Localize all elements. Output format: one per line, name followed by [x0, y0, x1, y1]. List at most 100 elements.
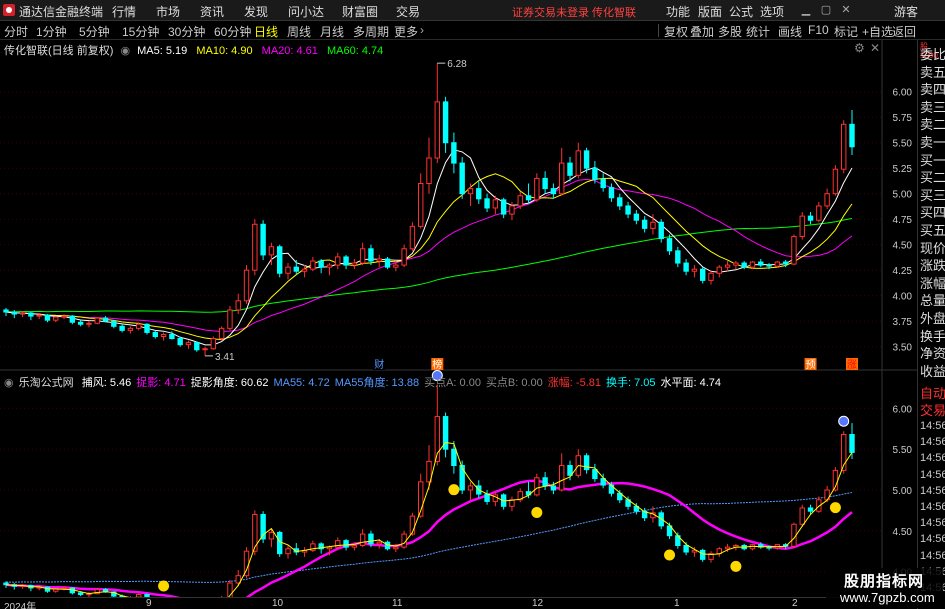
price-tick-label: 3.75 [893, 317, 913, 328]
main-candle-body [625, 205, 631, 215]
side-panel-item[interactable]: 买一 [920, 152, 945, 169]
gear-icon[interactable]: ⚙ [854, 41, 865, 55]
side-panel-item[interactable]: 买四 [920, 204, 945, 221]
sub-candle-body [534, 477, 540, 496]
main-candle-body [53, 316, 59, 321]
side-panel-item[interactable]: 委比 [920, 46, 945, 63]
close-chart-icon[interactable]: ✕ [870, 41, 880, 55]
sub-chart-header: ◉ 乐淘公式网 捕风: 5.46 捉影: 4.71 捉影角度: 60.62 MA55:… [4, 374, 721, 390]
main-candle-body [534, 177, 540, 201]
ma20-label: MA20: 4.61 [261, 45, 318, 57]
sub-tick-label: 6.00 [893, 404, 913, 415]
indicator-field: 捉影角度: 60.62 [190, 377, 269, 389]
main-candle-body [583, 150, 590, 169]
indicator-field: 换手: 7.05 [605, 377, 656, 389]
main-candle-body [61, 315, 67, 318]
side-panel-item[interactable]: 自动 [920, 385, 945, 402]
indicator-field: 捉影: 4.71 [136, 377, 186, 389]
ma5-label: MA5: 5.19 [137, 45, 188, 57]
ma60-label: MA60: 4.74 [326, 45, 384, 57]
sub-candle-body [359, 533, 366, 546]
main-candle-body [841, 123, 847, 170]
indicator-title: 乐淘公式网 [18, 377, 74, 389]
main-candle-body [243, 269, 250, 302]
price-tick-label: 4.25 [893, 266, 913, 277]
settings-circle-icon[interactable]: ◉ [120, 45, 130, 57]
price-tick-label: 3.50 [893, 343, 913, 354]
side-panel-item[interactable]: 卖三 [920, 99, 945, 116]
main-candle-body [36, 314, 42, 317]
smiley-icon [158, 580, 170, 592]
main-candle-body [28, 312, 34, 317]
main-candle-body [442, 101, 449, 144]
indicator-circle-icon[interactable]: ◉ [4, 377, 14, 389]
main-candle-body [575, 150, 581, 176]
date-label: 10 [272, 598, 284, 609]
main-candle-body [708, 272, 714, 281]
main-candle-body [136, 323, 142, 329]
main-candle-body [169, 333, 175, 340]
sub-candle-body [368, 533, 374, 545]
side-panel-item[interactable]: 买三 [920, 187, 945, 204]
main-candle-body [650, 221, 656, 229]
date-label: 11 [392, 598, 403, 609]
side-panel-item[interactable]: 卖四 [920, 81, 945, 98]
main-candle-body [799, 215, 805, 238]
main-candle-body [260, 223, 266, 256]
main-candle-body [351, 262, 358, 266]
sub-candle-body [567, 465, 573, 476]
indicator-field: MA55角度: 13.88 [334, 377, 420, 389]
price-tick-label: 5.75 [893, 113, 913, 124]
stock-title: 传化智联(日线 前复权) [4, 45, 114, 57]
side-panel-item[interactable]: 外盘 [920, 310, 945, 327]
date-label: 1 [674, 598, 680, 609]
main-candle-body [617, 197, 623, 207]
main-candle-body [310, 260, 316, 270]
main-candle-body [559, 162, 565, 195]
main-candle-body [185, 342, 192, 346]
side-panel-item[interactable]: 现价 [920, 240, 945, 257]
indicator-field: 涨幅: -5.81 [547, 377, 601, 389]
sub-candle-body [277, 531, 283, 555]
main-candle-body [177, 338, 183, 346]
peak-marker-icon [838, 415, 850, 427]
side-panel-item[interactable]: 买二 [920, 169, 945, 186]
side-panel-item[interactable]: 交易 [920, 402, 945, 419]
main-candle-body [160, 333, 167, 337]
main-candle-body [119, 325, 125, 331]
side-panel-item[interactable]: 卖二 [920, 116, 945, 133]
main-candle-body [525, 195, 532, 201]
main-candle-body [509, 205, 515, 215]
indicator-field: 买点A: 0.00 [424, 377, 481, 389]
main-candle-body [550, 188, 557, 195]
main-candle-body [210, 338, 217, 350]
side-panel-item[interactable]: 涨幅 [920, 275, 945, 292]
sub-candle-body [724, 546, 731, 550]
sub-candle-body [592, 469, 598, 480]
main-candle-body [517, 195, 523, 207]
indicator-field: 水平面: 4.74 [660, 377, 722, 389]
main-candle-body [343, 256, 349, 266]
quote-side-panel: 股 1000 委比 卖五 卖四 卖三 卖二 卖一 买一 买二 买三 买四 买五 现价 涨跌 涨幅 总量 外盘 换手… [917, 40, 945, 609]
main-candle-body [426, 157, 432, 184]
side-panel-item[interactable]: 换手 [920, 328, 945, 345]
side-panel-item[interactable]: 净资 [920, 345, 945, 362]
main-candle-body [194, 342, 200, 351]
main-candle-body [567, 162, 573, 176]
side-panel-item[interactable]: 涨跌 [920, 257, 945, 274]
tick-time: 14:56 [920, 501, 945, 513]
sub-candle-body [351, 544, 358, 548]
sub-candle-body [393, 546, 399, 550]
main-candle-body [111, 320, 117, 327]
tick-time: 14:56 [920, 549, 945, 562]
side-panel-item[interactable]: 卖一 [920, 134, 945, 151]
side-panel-item[interactable]: 卖五 [920, 64, 945, 81]
side-panel-item[interactable]: 总量 [920, 292, 945, 309]
main-candle-body [675, 250, 681, 264]
kline-chart[interactable]: 6.00 5.75 5.50 5.25 5.00 4.75 4.50 4.25 4.00 3.75… [0, 0, 917, 597]
main-candle-body [484, 198, 490, 209]
date-label: 9 [146, 598, 152, 609]
side-panel-item[interactable]: 买五 [920, 222, 945, 239]
event-mark-label: 财 [374, 358, 384, 371]
side-panel-item[interactable]: 收益 [920, 363, 945, 380]
